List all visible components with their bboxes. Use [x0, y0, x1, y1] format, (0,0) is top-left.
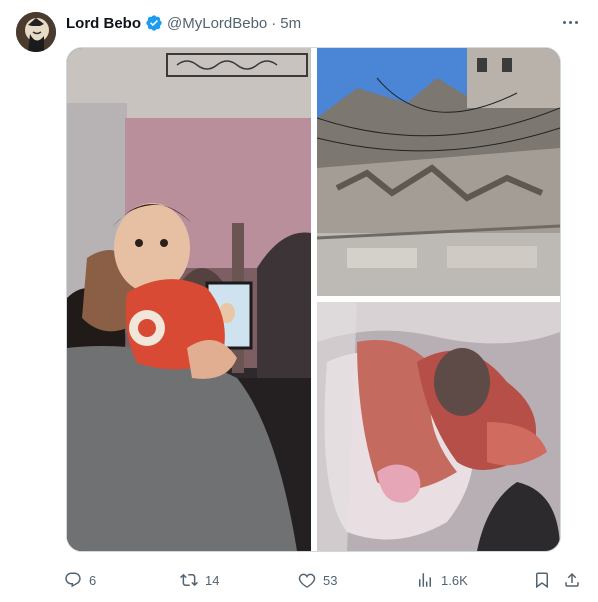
share-icon — [565, 572, 579, 587]
views-count: 1.6K — [441, 572, 468, 588]
heart-icon — [298, 573, 316, 588]
share-button[interactable] — [563, 566, 581, 594]
views-button[interactable]: 1.6K — [416, 566, 468, 594]
media-grid — [66, 47, 561, 552]
repost-count: 14 — [205, 572, 220, 588]
reply-button[interactable]: 6 — [64, 566, 96, 594]
bookmark-icon — [536, 572, 548, 589]
author-avatar[interactable] — [16, 12, 56, 52]
reply-count: 6 — [89, 572, 97, 588]
tweet-header: Lord Bebo @MyLordBebo · 5m — [66, 12, 301, 34]
views-chart-icon — [419, 573, 431, 587]
separator-dot: · — [271, 14, 277, 32]
media-image-3[interactable] — [317, 302, 560, 551]
author-handle[interactable]: @MyLordBebo — [167, 15, 267, 32]
verified-badge-icon — [145, 14, 163, 32]
tweet-timestamp[interactable]: 5m — [280, 15, 301, 32]
repost-button[interactable]: 14 — [180, 566, 219, 594]
like-count: 53 — [323, 572, 338, 588]
repost-icon — [180, 573, 198, 587]
tweet-actions: 6 14 53 1.6K — [62, 566, 582, 594]
bookmark-button[interactable] — [533, 566, 551, 594]
media-image-2[interactable] — [317, 48, 560, 296]
reply-icon — [65, 572, 81, 588]
more-options-icon[interactable] — [558, 12, 582, 32]
like-button[interactable]: 53 — [298, 566, 337, 594]
media-image-1[interactable] — [67, 48, 311, 551]
author-name[interactable]: Lord Bebo — [66, 15, 141, 32]
